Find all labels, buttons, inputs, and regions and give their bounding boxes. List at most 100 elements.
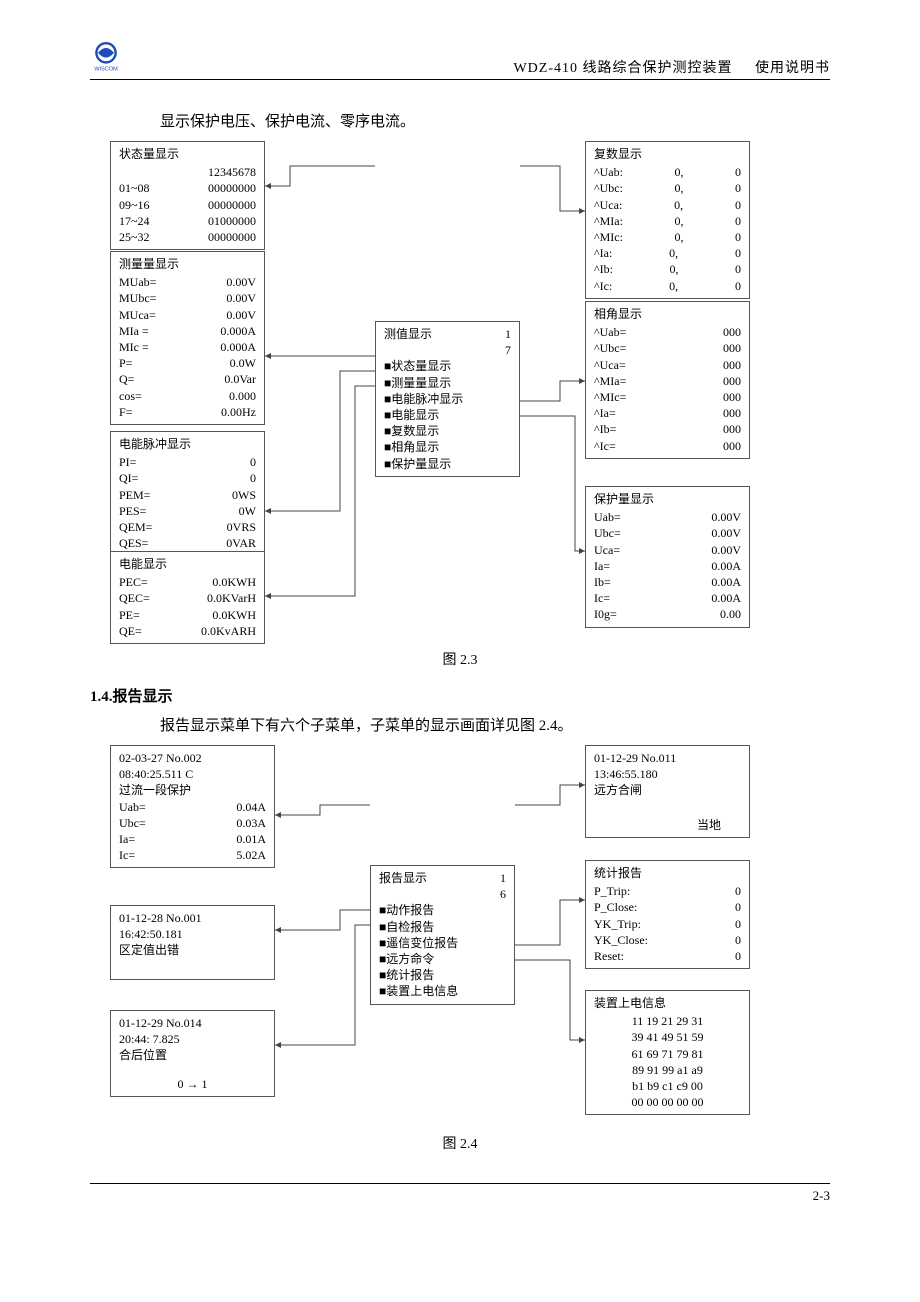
figure-2-3: 状态量显示 12345678 01~080000000009~160000000…	[90, 141, 830, 641]
data-row: MIa =0.000A	[119, 323, 256, 339]
data-row: P=0.0W	[119, 355, 256, 371]
data-row: ^Uab=000	[594, 324, 741, 340]
fig23-caption: 图 2.3	[90, 649, 830, 669]
data-row: Reset:0	[594, 948, 741, 964]
status-display-box: 状态量显示 12345678 01~080000000009~160000000…	[110, 141, 265, 250]
data-row: 09~1600000000	[119, 197, 256, 213]
menu-item: ■相角显示	[384, 439, 511, 455]
data-row: 25~3200000000	[119, 229, 256, 245]
data-row: ^Ic=000	[594, 438, 741, 454]
section-1-4-desc: 报告显示菜单下有六个子菜单，子菜单的显示画面详见图 2.4。	[160, 714, 830, 735]
menu-item: ■自检报告	[379, 919, 506, 935]
data-row: Uab=0.04A	[119, 799, 266, 815]
data-line: 11 19 21 29 31	[594, 1013, 741, 1029]
selfcheck-report-box: 01-12-28 No.001 16:42:50.181 区定值出错	[110, 905, 275, 980]
data-line: 39 41 49 51 59	[594, 1029, 741, 1045]
header-doc: 使用说明书	[755, 61, 830, 76]
data-row: ^Uab:0,0	[594, 164, 741, 180]
menu-item: ■复数显示	[384, 423, 511, 439]
data-row: ^Ia=000	[594, 405, 741, 421]
remote-cmd-box: 01-12-29 No.011 13:46:55.180 远方合闸 当地	[585, 745, 750, 838]
measure-display-box: 测量量显示 MUab=0.00VMUbc=0.00VMUca=0.00VMIa …	[110, 251, 265, 425]
data-row: ^Ubc:0,0	[594, 180, 741, 196]
data-row: YK_Trip:0	[594, 916, 741, 932]
data-line: b1 b9 c1 c9 00	[594, 1078, 741, 1094]
phase-display-box: 相角显示 ^Uab=000^Ubc=000^Uca=000^MIa=000^MI…	[585, 301, 750, 459]
data-row: PES=0W	[119, 503, 256, 519]
energy-display-box: 电能显示 PEC=0.0KWHQEC=0.0KVarHPE=0.0KWHQE=0…	[110, 551, 265, 644]
menu-item: ■电能脉冲显示	[384, 391, 511, 407]
report-menu-box: 报告显示 1 6 ■动作报告■自检报告■遥信变位报告■远方命令■统计报告■装置上…	[370, 865, 515, 1005]
data-row: P_Trip:0	[594, 883, 741, 899]
yx-report-box: 01-12-29 No.014 20:44: 7.825 合后位置 0 → 1	[110, 1010, 275, 1097]
data-row: F=0.00Hz	[119, 404, 256, 420]
data-row: ^Ib=000	[594, 421, 741, 437]
action-report-box: 02-03-27 No.002 08:40:25.511 C 过流一段保护 Ua…	[110, 745, 275, 868]
data-row: Uab=0.00V	[594, 509, 741, 525]
data-row: ^MIc=000	[594, 389, 741, 405]
menu-item: ■遥信变位报告	[379, 935, 506, 951]
menu-item: ■动作报告	[379, 902, 506, 918]
page-number: 2-3	[813, 1188, 830, 1203]
data-row: ^Ib:0,0	[594, 261, 741, 277]
data-row: ^MIa=000	[594, 373, 741, 389]
data-row: PEM=0WS	[119, 487, 256, 503]
data-row: ^MIc:0,0	[594, 229, 741, 245]
data-row: MIc =0.000A	[119, 339, 256, 355]
data-row: cos=0.000	[119, 388, 256, 404]
menu-item: ■装置上电信息	[379, 983, 506, 999]
data-row: MUab=0.00V	[119, 274, 256, 290]
data-row: Ia=0.00A	[594, 558, 741, 574]
data-row: Uca=0.00V	[594, 542, 741, 558]
data-row: PI=0	[119, 454, 256, 470]
wiscom-logo-icon: WISCOM	[90, 40, 122, 77]
data-row: Q=0.0Var	[119, 371, 256, 387]
data-row: ^Uca=000	[594, 357, 741, 373]
data-row: QES=0VAR	[119, 535, 256, 551]
data-line: 61 69 71 79 81	[594, 1046, 741, 1062]
data-line: 89 91 99 a1 a9	[594, 1062, 741, 1078]
data-row: MUbc=0.00V	[119, 290, 256, 306]
data-row: MUca=0.00V	[119, 307, 256, 323]
data-row: Ia=0.01A	[119, 831, 266, 847]
fig24-caption: 图 2.4	[90, 1133, 830, 1153]
data-row: PE=0.0KWH	[119, 607, 256, 623]
data-row: Ic=5.02A	[119, 847, 266, 863]
data-row: I0g=0.00	[594, 606, 741, 622]
data-row: ^Uca:0,0	[594, 197, 741, 213]
data-row: YK_Close:0	[594, 932, 741, 948]
data-row: ^Ic:0,0	[594, 278, 741, 294]
pulse-display-box: 电能脉冲显示 PI=0QI=0PEM=0WSPES=0WQEM=0VRSQES=…	[110, 431, 265, 556]
menu-item: ■保护量显示	[384, 456, 511, 472]
intro-text: 显示保护电压、保护电流、零序电流。	[160, 110, 830, 131]
data-row: QEM=0VRS	[119, 519, 256, 535]
menu-box: 测值显示 1 7 ■状态量显示■测量量显示■电能脉冲显示■电能显示■复数显示■相…	[375, 321, 520, 477]
poweron-info-box: 装置上电信息 11 19 21 29 3139 41 49 51 5961 69…	[585, 990, 750, 1115]
menu-item: ■统计报告	[379, 967, 506, 983]
box-title: 状态量显示	[119, 146, 256, 162]
data-row: QEC=0.0KVarH	[119, 590, 256, 606]
protect-display-box: 保护量显示 Uab=0.00VUbc=0.00VUca=0.00VIa=0.00…	[585, 486, 750, 628]
data-row: Ib=0.00A	[594, 574, 741, 590]
figure-2-4: 02-03-27 No.002 08:40:25.511 C 过流一段保护 Ua…	[90, 745, 830, 1125]
data-row: QI=0	[119, 470, 256, 486]
data-row: ^Ia:0,0	[594, 245, 741, 261]
menu-item: ■状态量显示	[384, 358, 511, 374]
data-row: ^Ubc=000	[594, 340, 741, 356]
page-header: WISCOM WDZ-410 线路综合保护测控装置 使用说明书	[90, 40, 830, 80]
stats-report-box: 统计报告 P_Trip:0P_Close:0YK_Trip:0YK_Close:…	[585, 860, 750, 969]
menu-item: ■电能显示	[384, 407, 511, 423]
page-footer: 2-3	[90, 1183, 830, 1204]
data-row: 17~2401000000	[119, 213, 256, 229]
data-row: ^MIa:0,0	[594, 213, 741, 229]
data-line: 00 00 00 00 00	[594, 1094, 741, 1110]
header-device: WDZ-410 线路综合保护测控装置	[513, 61, 732, 76]
data-row: 01~0800000000	[119, 180, 256, 196]
section-1-4-title: 1.4.报告显示	[90, 685, 830, 706]
menu-item: ■测量量显示	[384, 375, 511, 391]
menu-item: ■远方命令	[379, 951, 506, 967]
data-row: Ic=0.00A	[594, 590, 741, 606]
data-row: P_Close:0	[594, 899, 741, 915]
data-row: Ubc=0.00V	[594, 525, 741, 541]
data-row: Ubc=0.03A	[119, 815, 266, 831]
